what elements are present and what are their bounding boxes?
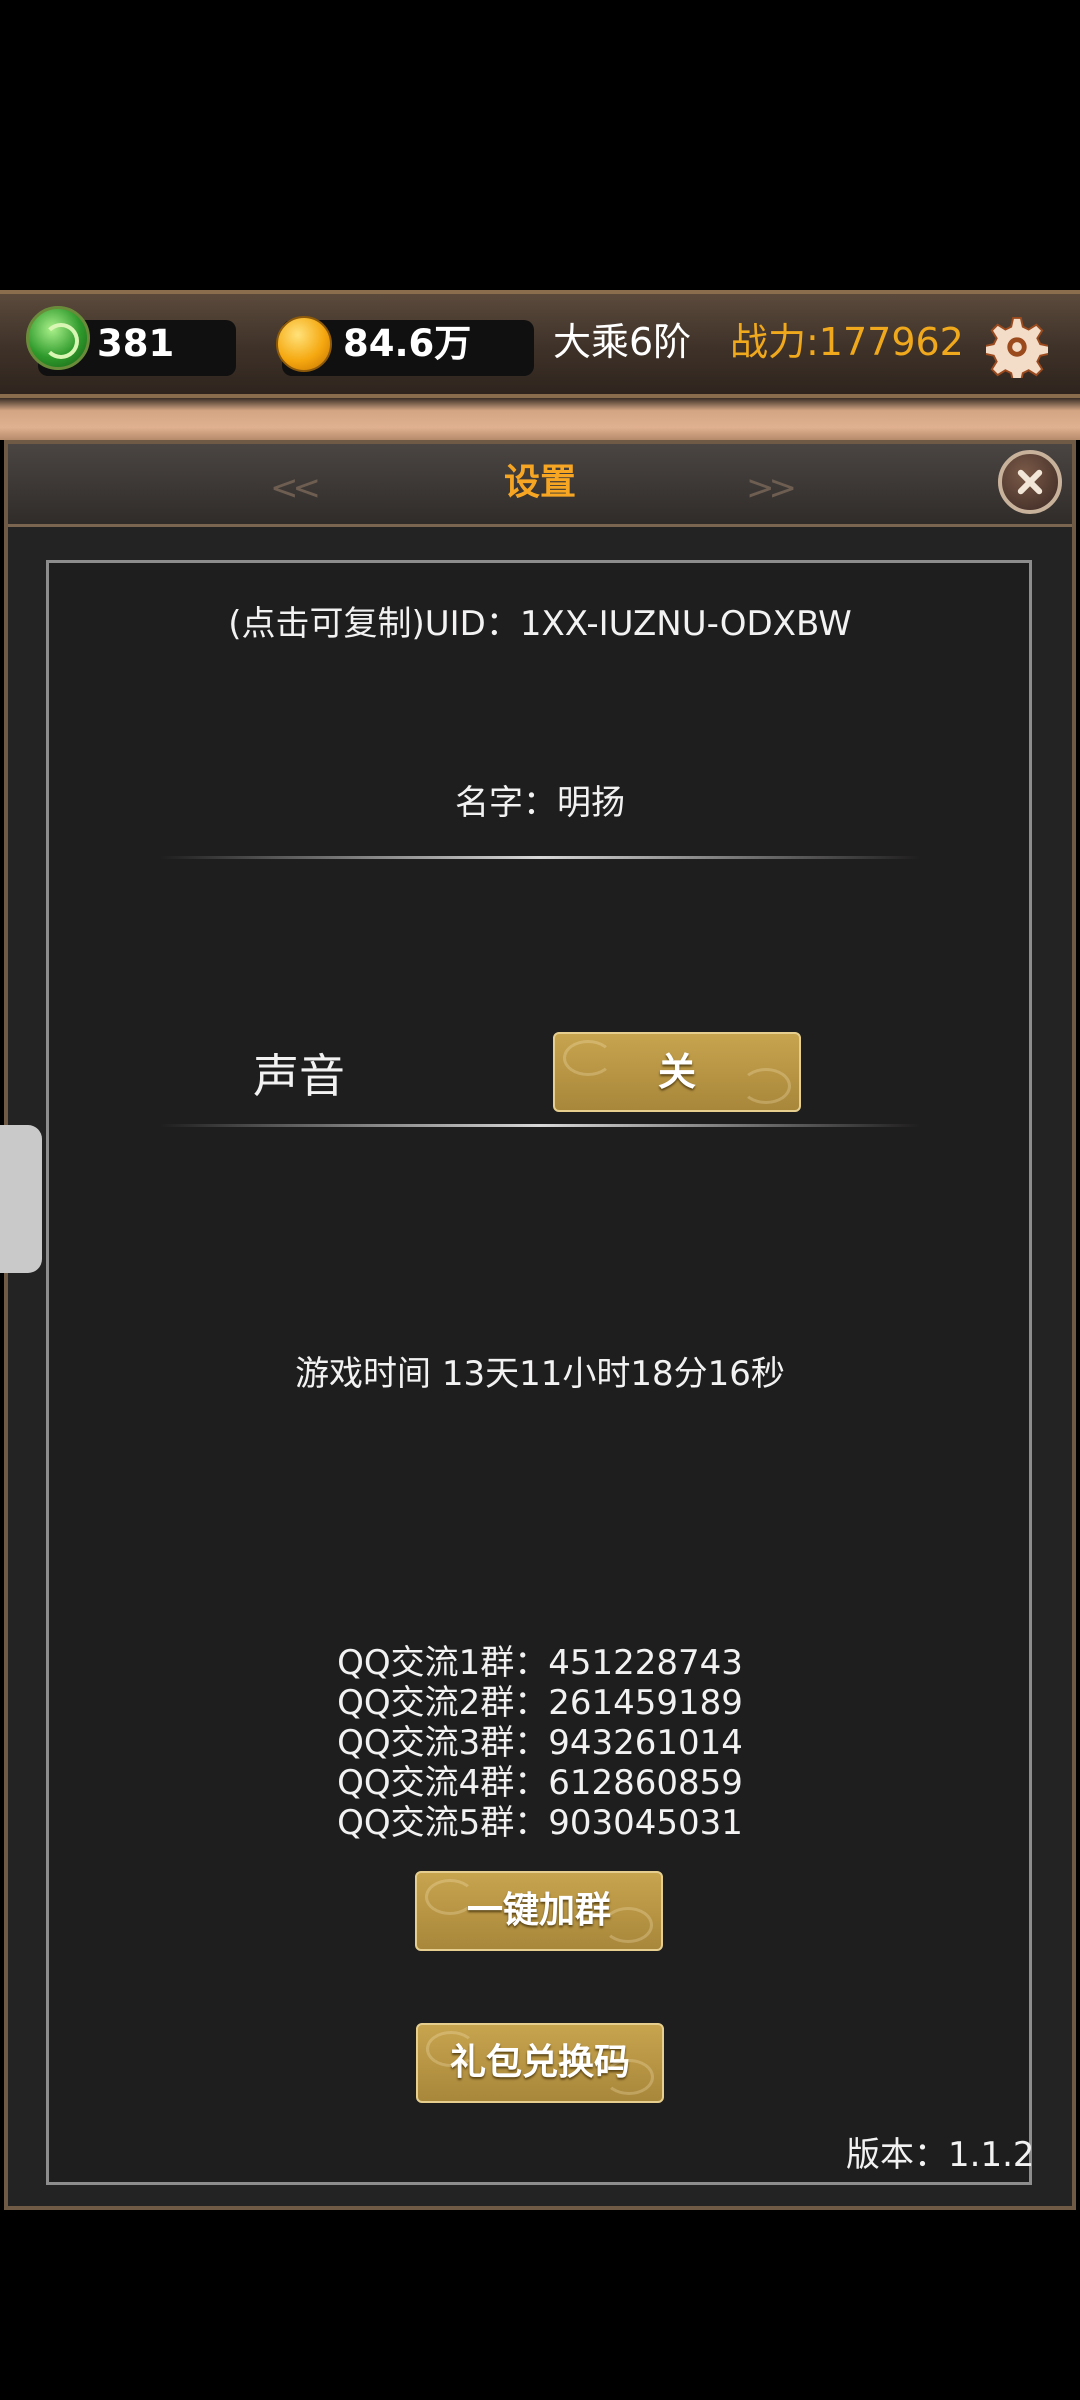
- join-group-button[interactable]: 一键加群: [415, 1871, 663, 1951]
- right-decoration-icon: >>: [746, 468, 797, 508]
- close-button[interactable]: [998, 450, 1062, 514]
- realm-level: 大乘6阶: [553, 320, 692, 364]
- dialog-header: << 设置 >>: [8, 444, 1072, 527]
- gear-icon[interactable]: [986, 316, 1048, 378]
- name-divider: [160, 856, 920, 859]
- version-text: 版本：1.1.2: [846, 2135, 1035, 2175]
- combat-power: 战力:177962: [730, 320, 964, 364]
- qq-group-list: QQ交流1群：451228743 QQ交流2群：261459189 QQ交流3群…: [0, 1643, 1080, 1843]
- player-name: 名字：明扬: [455, 783, 625, 823]
- jade-count: 381: [97, 322, 175, 365]
- sound-label: 声音: [253, 1049, 345, 1103]
- sound-divider: [160, 1124, 920, 1127]
- qq-group-row: QQ交流3群：943261014: [337, 1723, 743, 1763]
- qq-group-row: QQ交流4群：612860859: [337, 1763, 743, 1803]
- dialog-title: 设置: [503, 462, 576, 503]
- side-drawer-handle[interactable]: [0, 1125, 42, 1273]
- play-time: 游戏时间 13天11小时18分16秒: [295, 1354, 785, 1394]
- qq-group-row: QQ交流1群：451228743: [337, 1643, 743, 1683]
- qq-group-row: QQ交流5群：903045031: [337, 1803, 743, 1843]
- uid-copy-text[interactable]: (点击可复制)UID：1XX-IUZNU-ODXBW: [0, 602, 1080, 646]
- redeem-code-button[interactable]: 礼包兑换码: [416, 2023, 664, 2103]
- coin-icon: [276, 316, 332, 372]
- jade-icon: [26, 306, 90, 370]
- qq-group-row: QQ交流2群：261459189: [337, 1683, 743, 1723]
- gold-amount: 84.6万: [343, 322, 472, 365]
- sound-toggle-button[interactable]: 关: [553, 1032, 801, 1112]
- resource-bar-strip: [0, 398, 1080, 440]
